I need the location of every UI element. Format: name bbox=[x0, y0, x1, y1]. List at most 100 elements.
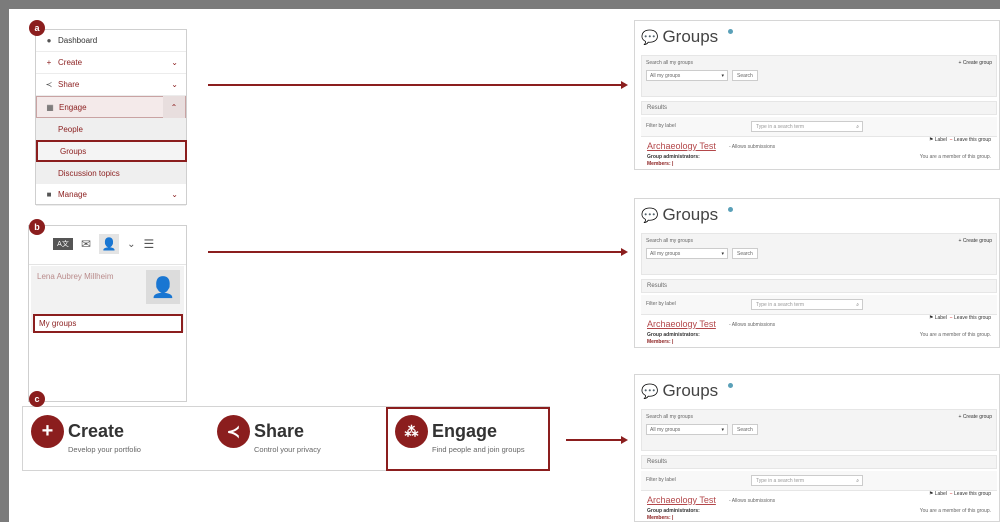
label-button[interactable]: Label bbox=[935, 315, 947, 321]
filter-bar: Filter by label Type in a search term ⌕ bbox=[641, 295, 997, 315]
search-label: Search all my groups bbox=[646, 238, 693, 244]
caret-down-icon: ▾ bbox=[721, 427, 724, 433]
nav-item-engage[interactable]: ▦ Engage ⌃ bbox=[36, 96, 186, 118]
filter-input[interactable]: Type in a search term ⌕ bbox=[751, 475, 863, 486]
filter-bar: Filter by label Type in a search term ⌕ bbox=[641, 471, 997, 491]
search-panel: Search all my groups All my groups ▾ Sear… bbox=[641, 233, 997, 275]
member-status: You are a member of this group. bbox=[919, 508, 991, 514]
chevron-down-icon[interactable]: ⌄ bbox=[127, 239, 135, 250]
group-allows: - Allows submissions bbox=[729, 144, 776, 150]
divider bbox=[29, 264, 186, 265]
group-members[interactable]: Members: | bbox=[647, 161, 673, 167]
group-allows: - Allows submissions bbox=[729, 322, 776, 328]
filter-input[interactable]: Type in a search term ⌕ bbox=[751, 299, 863, 310]
groups-select[interactable]: All my groups ▾ bbox=[646, 70, 728, 81]
share-icon: ≺ bbox=[45, 80, 53, 89]
group-link[interactable]: Archaeology Test bbox=[647, 495, 716, 505]
page-title: 💬 Groups bbox=[641, 381, 734, 401]
chevron-down-icon[interactable]: ⌄ bbox=[171, 80, 178, 89]
create-group-button[interactable]: + Create group bbox=[959, 414, 993, 420]
member-status: You are a member of this group. bbox=[919, 154, 991, 160]
search-button[interactable]: Search bbox=[732, 424, 758, 435]
avatar[interactable]: 👤 bbox=[146, 270, 180, 304]
plus-icon: + bbox=[46, 58, 52, 67]
block-title: Create bbox=[68, 421, 125, 441]
label-button[interactable]: Label bbox=[935, 491, 947, 497]
group-link[interactable]: Archaeology Test bbox=[647, 141, 716, 151]
groups-page-b: 💬 Groups Search all my groups All my gro… bbox=[634, 198, 1000, 348]
groups-select[interactable]: All my groups ▾ bbox=[646, 424, 728, 435]
results-heading: Results bbox=[641, 101, 997, 115]
user-name[interactable]: Lena Aubrey Millheim bbox=[37, 272, 113, 281]
group-actions: ⚑ Label − Leave this group bbox=[928, 137, 991, 143]
speedometer-icon: ● bbox=[46, 36, 52, 45]
search-icon: ⌕ bbox=[856, 124, 859, 130]
search-label: Search all my groups bbox=[646, 414, 693, 420]
chevron-down-icon[interactable]: ⌄ bbox=[171, 58, 178, 67]
dashboard-block-create[interactable]: + Create Develop your portfolio bbox=[31, 415, 141, 454]
arrow-b bbox=[208, 248, 628, 256]
dashboard-block-share[interactable]: ≺ Share Control your privacy bbox=[217, 415, 321, 454]
share-icon: ≺ bbox=[217, 415, 250, 448]
my-groups-link[interactable]: My groups bbox=[33, 314, 183, 333]
chevron-up-icon[interactable]: ⌃ bbox=[163, 96, 185, 118]
search-button[interactable]: Search bbox=[732, 70, 758, 81]
leave-group-button[interactable]: Leave this group bbox=[954, 491, 991, 497]
block-desc: Develop your portfolio bbox=[68, 445, 141, 454]
create-group-button[interactable]: + Create group bbox=[959, 60, 993, 66]
mail-icon[interactable]: ✉ bbox=[81, 237, 91, 251]
info-icon[interactable] bbox=[728, 382, 734, 388]
chevron-down-icon[interactable]: ⌄ bbox=[171, 190, 178, 199]
filter-label: Filter by label bbox=[646, 301, 676, 307]
nav-item-share[interactable]: ≺ Share ⌄ bbox=[36, 74, 186, 96]
nav-subitem-people[interactable]: People bbox=[36, 118, 186, 140]
create-group-button[interactable]: + Create group bbox=[959, 238, 993, 244]
search-button[interactable]: Search bbox=[732, 248, 758, 259]
block-desc: Control your privacy bbox=[254, 445, 321, 454]
group-admins: Group administrators: bbox=[647, 154, 700, 160]
search-panel: Search all my groups All my groups ▾ Sear… bbox=[641, 409, 997, 451]
highlight-box bbox=[386, 407, 550, 471]
member-status: You are a member of this group. bbox=[919, 332, 991, 338]
leave-group-button[interactable]: Leave this group bbox=[954, 137, 991, 143]
dashboard-blocks: + Create Develop your portfolio ≺ Share … bbox=[22, 406, 550, 471]
caret-down-icon: ▾ bbox=[721, 73, 724, 79]
arrow-c bbox=[566, 436, 628, 444]
caret-down-icon: ▾ bbox=[721, 251, 724, 257]
nav-subitem-discussion-topics[interactable]: Discussion topics bbox=[36, 162, 186, 184]
nav-item-manage[interactable]: ■ Manage ⌄ bbox=[36, 184, 186, 206]
group-members[interactable]: Members: | bbox=[647, 339, 673, 345]
groups-page-a: 💬 Groups Search all my groups All my gro… bbox=[634, 20, 1000, 170]
results-heading: Results bbox=[641, 279, 997, 293]
briefcase-icon: ■ bbox=[46, 190, 52, 199]
group-admins: Group administrators: bbox=[647, 332, 700, 338]
arrow-a bbox=[208, 81, 628, 89]
label-button[interactable]: Label bbox=[935, 137, 947, 143]
group-members[interactable]: Members: | bbox=[647, 515, 673, 521]
info-icon[interactable] bbox=[728, 206, 734, 212]
nav-item-dashboard[interactable]: ● Dashboard bbox=[36, 30, 186, 52]
nav-item-create[interactable]: + Create ⌄ bbox=[36, 52, 186, 74]
filter-input[interactable]: Type in a search term ⌕ bbox=[751, 121, 863, 132]
nav-item-label: Create bbox=[58, 58, 83, 67]
label-badge-a: a bbox=[29, 20, 45, 36]
group-link[interactable]: Archaeology Test bbox=[647, 319, 716, 329]
nav-item-label: Share bbox=[58, 80, 80, 89]
chat-bubbles-icon: 💬 bbox=[641, 28, 659, 45]
chat-bubbles-icon: 💬 bbox=[641, 382, 659, 399]
page-title: 💬 Groups bbox=[641, 27, 734, 47]
info-icon[interactable] bbox=[728, 28, 734, 34]
language-icon[interactable]: A文 bbox=[53, 238, 73, 250]
user-menu-toolbar: A文 ✉ 👤 ⌄ ☰ bbox=[53, 234, 154, 254]
leave-group-button[interactable]: Leave this group bbox=[954, 315, 991, 321]
search-panel: Search all my groups All my groups ▾ Sear… bbox=[641, 55, 997, 97]
groups-select[interactable]: All my groups ▾ bbox=[646, 248, 728, 259]
groups-page-c: 💬 Groups Search all my groups All my gro… bbox=[634, 374, 1000, 522]
nav-subitem-groups[interactable]: Groups bbox=[36, 140, 187, 162]
group-actions: ⚑ Label − Leave this group bbox=[928, 491, 991, 497]
user-icon[interactable]: 👤 bbox=[99, 234, 120, 254]
search-icon: ⌕ bbox=[856, 302, 859, 308]
menu-icon[interactable]: ☰ bbox=[143, 237, 154, 251]
list-item: Archaeology Test - Allows submissions Gr… bbox=[647, 491, 993, 522]
search-label: Search all my groups bbox=[646, 60, 693, 66]
